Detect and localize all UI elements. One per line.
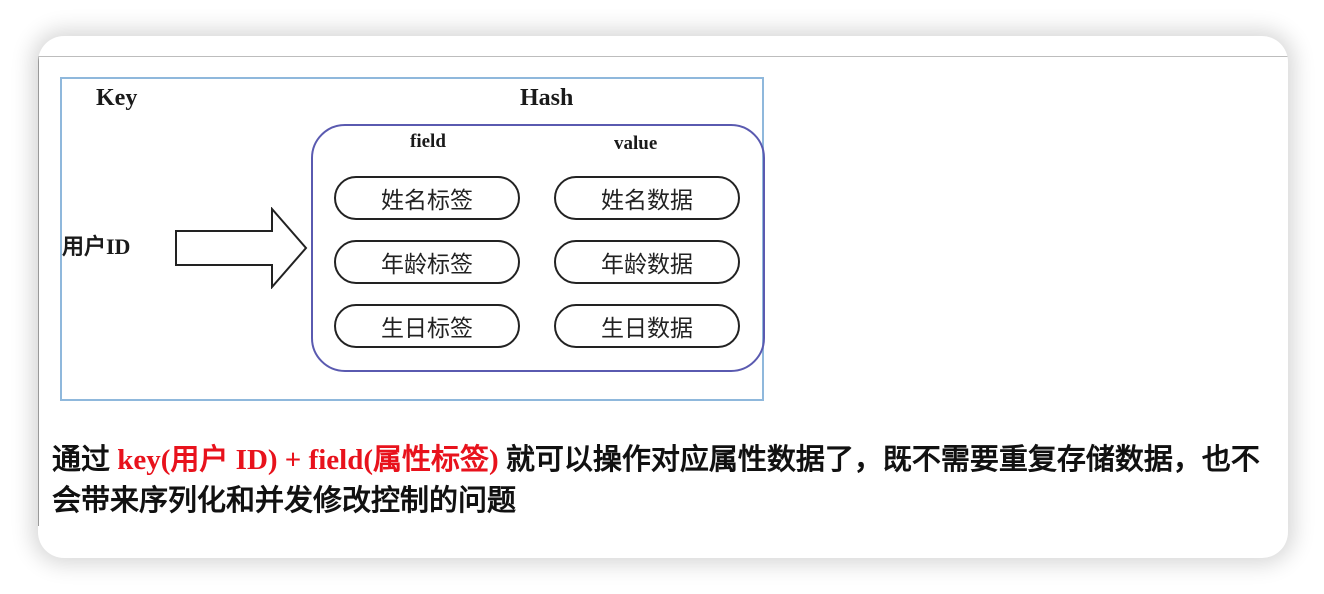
- right-arrow-icon: [175, 207, 308, 289]
- key-hash-diagram: Key Hash 用户ID field value 姓名标签 姓名数据 年龄标签…: [60, 77, 765, 401]
- caption-paragraph: 通过 key(用户 ID) + field(属性标签) 就可以操作对应属性数据了…: [52, 440, 1272, 522]
- field-pill: 生日标签: [334, 304, 520, 348]
- field-header: field: [410, 131, 446, 152]
- left-divider: [38, 56, 39, 526]
- field-pill: 姓名标签: [334, 176, 520, 220]
- top-divider: [38, 56, 1288, 57]
- hash-label: Hash: [520, 85, 574, 111]
- key-label: Key: [96, 85, 138, 111]
- content-card: Key Hash 用户ID field value 姓名标签 姓名数据 年龄标签…: [38, 36, 1288, 558]
- caption-prefix: 通过: [52, 444, 118, 476]
- value-header: value: [614, 133, 658, 154]
- value-pill: 姓名数据: [554, 176, 740, 220]
- value-pill: 年龄数据: [554, 240, 740, 284]
- value-pill: 生日数据: [554, 304, 740, 348]
- caption-highlight: key(用户 ID) + field(属性标签): [117, 444, 499, 476]
- field-pill: 年龄标签: [334, 240, 520, 284]
- user-id-label: 用户ID: [62, 234, 131, 259]
